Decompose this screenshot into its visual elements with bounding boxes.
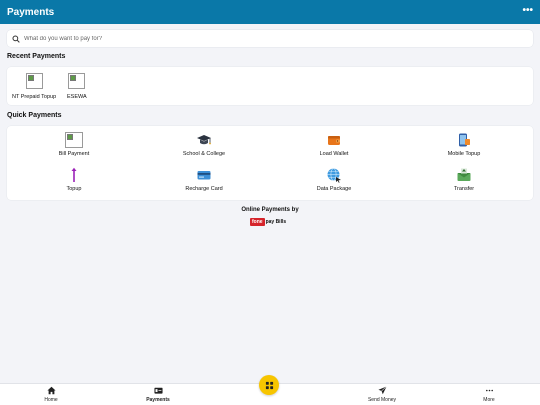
page-title: Payments <box>7 6 55 18</box>
tab-label: More <box>483 397 495 403</box>
search-input[interactable] <box>24 35 504 42</box>
fonepay-logo-mark: fone <box>250 218 265 226</box>
quick-item-mobile-topup[interactable]: Mobile Topup <box>399 132 529 157</box>
wallet-icon <box>326 132 342 148</box>
app-bar: Payments ••• <box>0 0 540 24</box>
tab-label: Send Money <box>367 397 397 403</box>
quick-item-recharge-card[interactable]: Recharge Card <box>139 167 269 192</box>
recent-item-esewa[interactable]: ESEWA <box>67 73 87 100</box>
quick-item-bill-payment[interactable]: Bill Payment <box>9 132 139 157</box>
broken-image-icon <box>68 73 86 89</box>
quick-item-label: Data Package <box>316 186 352 192</box>
send-icon <box>377 386 387 395</box>
broken-image-icon <box>65 132 83 148</box>
globe-icon <box>326 167 342 183</box>
quick-item-label: Recharge Card <box>185 186 223 192</box>
quick-item-label: School & College <box>182 151 226 157</box>
fonepay-logo-text: pay Bills <box>265 219 287 225</box>
more-horizontal-icon[interactable]: ••• <box>522 5 533 16</box>
quick-item-label: Mobile Topup <box>447 151 481 157</box>
qr-scan-button[interactable] <box>259 375 279 395</box>
recent-item-label: ESEWA <box>67 94 87 100</box>
quick-item-topup[interactable]: Topup <box>9 167 139 192</box>
broken-image-icon <box>25 73 43 89</box>
qr-scan-icon <box>265 381 273 389</box>
payments-icon <box>153 387 163 394</box>
credit-card-icon <box>196 167 212 183</box>
tab-label: Home <box>44 397 58 403</box>
quick-item-label: Bill Payment <box>58 151 90 157</box>
fonepay-bills-logo: fone pay Bills <box>250 218 286 226</box>
home-icon <box>46 386 56 395</box>
quick-item-label: Topup <box>66 186 82 192</box>
recent-item-label: NT Prepaid Topup <box>12 94 57 100</box>
quick-item-label: Load Wallet <box>319 151 349 157</box>
quick-item-label: Transfer <box>453 186 475 192</box>
search-bar[interactable] <box>7 30 533 47</box>
transfer-envelope-icon <box>456 167 472 183</box>
quick-item-load-wallet[interactable]: Load Wallet <box>269 132 399 157</box>
online-payments-by-text: Online Payments by <box>241 207 299 213</box>
tab-more[interactable]: More <box>459 386 519 403</box>
mobile-phone-icon <box>456 132 472 148</box>
up-arrow-icon <box>66 167 82 183</box>
recent-payments-title: Recent Payments <box>7 53 66 60</box>
recent-payments-card: NT Prepaid Topup ESEWA <box>7 67 533 105</box>
tab-payments[interactable]: Payments <box>128 386 188 403</box>
tab-home[interactable]: Home <box>21 386 81 403</box>
search-icon <box>12 34 20 43</box>
quick-item-transfer[interactable]: Transfer <box>399 167 529 192</box>
graduation-cap-icon <box>196 132 212 148</box>
more-horizontal-icon <box>485 389 493 392</box>
tab-send-money[interactable]: Send Money <box>352 386 412 403</box>
quick-payments-title: Quick Payments <box>7 112 62 119</box>
quick-item-data-package[interactable]: Data Package <box>269 167 399 192</box>
quick-payments-card: Bill Payment School & College Load Walle… <box>7 126 533 200</box>
quick-item-school-college[interactable]: School & College <box>139 132 269 157</box>
tab-label: Payments <box>146 397 170 403</box>
recent-item-nt-prepaid-topup[interactable]: NT Prepaid Topup <box>12 73 56 100</box>
